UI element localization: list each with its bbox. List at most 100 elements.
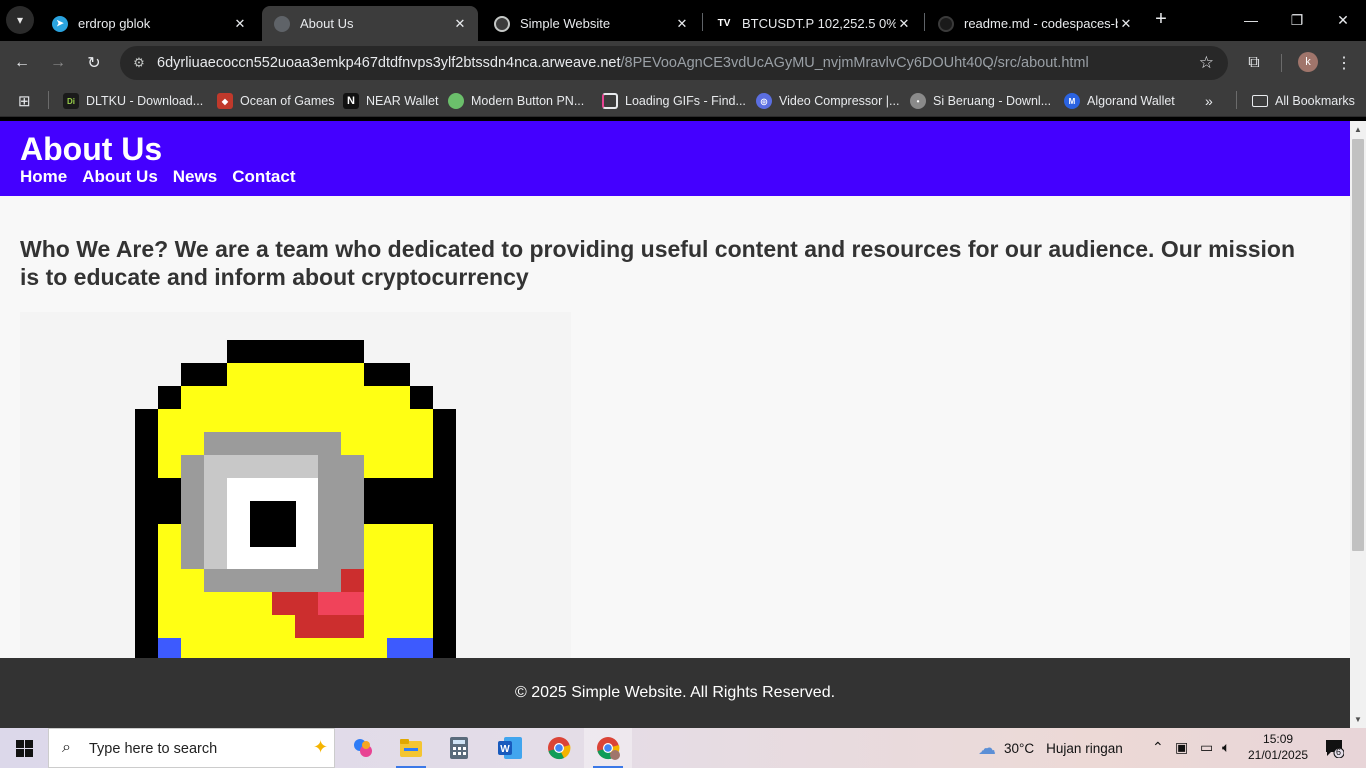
reload-button[interactable]: ↻	[83, 52, 105, 74]
svg-text:W: W	[500, 744, 510, 755]
tab-simple-website[interactable]: Simple Website ✕	[482, 6, 700, 41]
url-host: 6dyrliuaecoccn552uoaa3emkp467dtdfnvps3yl…	[157, 55, 621, 71]
restore-button[interactable]: ❐	[1274, 0, 1320, 40]
taskbar-copilot[interactable]	[339, 728, 387, 768]
menu-button[interactable]: ⋮	[1333, 52, 1355, 74]
copilot-icon	[354, 739, 372, 757]
scroll-up-arrow-icon[interactable]: ▲	[1354, 125, 1362, 134]
all-bookmarks-button[interactable]: All Bookmarks	[1252, 92, 1355, 110]
telegram-icon: ➤	[52, 15, 68, 32]
close-icon[interactable]: ✕	[452, 16, 468, 32]
forward-button[interactable]: →	[47, 52, 69, 74]
minimize-button[interactable]: —	[1228, 0, 1274, 40]
taskbar-file-explorer[interactable]	[387, 728, 435, 768]
taskbar-chrome[interactable]	[535, 728, 583, 768]
folder-icon	[1252, 95, 1268, 107]
bookmark-label: Video Compressor |...	[779, 94, 900, 108]
bookmark-dltku[interactable]: Di DLTKU - Download...	[63, 92, 203, 110]
bookmark-separator	[48, 91, 49, 109]
back-button[interactable]: ←	[11, 52, 33, 74]
clock-time: 15:09	[1263, 732, 1294, 746]
close-icon[interactable]: ✕	[1118, 16, 1134, 32]
tab-btcusdt[interactable]: TV BTCUSDT.P 102,252.5 0% Tan ✕	[704, 6, 922, 41]
bookmark-si-beruang[interactable]: • Si Beruang - Downl...	[910, 92, 1051, 110]
more-bookmarks-button[interactable]: »	[1205, 92, 1213, 110]
new-tab-button[interactable]: +	[1150, 8, 1172, 30]
profile-avatar[interactable]: k	[1298, 52, 1318, 72]
page-title: About Us	[20, 131, 163, 167]
system-clock[interactable]: 15:09 21/01/2025	[1248, 731, 1308, 763]
scroll-down-arrow-icon[interactable]: ▼	[1354, 715, 1362, 724]
bookmark-near-wallet[interactable]: N NEAR Wallet	[343, 92, 438, 110]
globe-icon	[494, 15, 510, 32]
bookmark-label: Ocean of Games	[240, 94, 335, 108]
tab-about-us[interactable]: About Us ✕	[262, 6, 478, 41]
weather-widget[interactable]: ☁ 30°C Hujan ringan	[978, 738, 1123, 759]
close-icon[interactable]: ✕	[674, 16, 690, 32]
nav-link-home[interactable]: Home	[20, 167, 67, 187]
bookmark-star-icon[interactable]: ☆	[1199, 53, 1214, 73]
site-nav: Home About Us News Contact	[20, 167, 295, 187]
tab-readme[interactable]: readme.md - codespaces-bl ✕	[926, 6, 1144, 41]
site-info-icon[interactable]: ⚙	[130, 54, 148, 72]
apps-grid-icon: ⊞	[18, 93, 31, 110]
bookmark-label: DLTKU - Download...	[86, 94, 204, 108]
tab-search-button[interactable]: ▾	[6, 6, 34, 34]
search-placeholder: Type here to search	[89, 741, 218, 757]
calculator-icon	[450, 737, 468, 759]
chevron-up-icon[interactable]: ⌃	[1152, 739, 1164, 756]
notification-center-button[interactable]: 6	[1324, 738, 1345, 763]
minion-illustration	[135, 340, 456, 662]
nav-link-news[interactable]: News	[173, 167, 217, 187]
address-bar[interactable]: ⚙ 6dyrliuaecoccn552uoaa3emkp467dtdfnvps3…	[120, 46, 1228, 80]
bookmark-ocean-of-games[interactable]: ◆ Ocean of Games	[217, 92, 335, 110]
close-icon[interactable]: ✕	[896, 16, 912, 32]
bookmark-algorand-wallet[interactable]: M Algorand Wallet	[1064, 92, 1175, 110]
site-footer: © 2025 Simple Website. All Rights Reserv…	[0, 658, 1350, 728]
bear-icon: •	[910, 93, 926, 109]
nav-link-about-us[interactable]: About Us	[82, 167, 158, 187]
chrome-profile-icon	[597, 737, 620, 760]
word-icon: W	[498, 737, 522, 759]
bookmark-loading-gifs[interactable]: Loading GIFs - Find...	[602, 92, 746, 110]
reload-icon: ↻	[87, 55, 101, 72]
close-window-button[interactable]: ✕	[1320, 0, 1366, 40]
file-icon	[602, 93, 618, 109]
about-heading: Who We Are? We are a team who dedicated …	[20, 236, 1296, 290]
scroll-thumb[interactable]	[1352, 139, 1364, 551]
extensions-button[interactable]: ⧉	[1243, 52, 1265, 74]
browser-toolbar: ← → ↻ ⚙ 6dyrliuaecoccn552uoaa3emkp467dtd…	[0, 41, 1366, 85]
tab-erdrop[interactable]: ➤ erdrop gblok ✕	[40, 6, 258, 41]
bookmark-label: NEAR Wallet	[366, 94, 439, 108]
network-icon[interactable]: ▣	[1175, 739, 1188, 756]
footer-copyright: © 2025 Simple Website. All Rights Reserv…	[514, 684, 836, 701]
tab-title: readme.md - codespaces-bl	[964, 16, 1118, 31]
tab-separator	[924, 13, 925, 31]
tradingview-icon: TV	[716, 15, 732, 32]
battery-icon[interactable]: ▭	[1200, 739, 1213, 756]
start-button[interactable]	[0, 728, 48, 768]
all-bookmarks-label: All Bookmarks	[1275, 94, 1355, 108]
taskbar-calculator[interactable]	[435, 728, 483, 768]
taskbar-chrome-profile[interactable]	[584, 728, 632, 768]
windows-taskbar: ⌕ Type here to search ✦ W ☁ 30°C Hujan r…	[0, 728, 1366, 768]
taskbar-search[interactable]: ⌕ Type here to search ✦	[48, 728, 335, 768]
apps-button[interactable]: ⊞	[18, 92, 31, 110]
folder-icon	[400, 739, 422, 757]
bookmark-video-compressor[interactable]: ◎ Video Compressor |...	[756, 92, 899, 110]
chevron-double-right-icon: »	[1205, 93, 1213, 109]
taskbar-word[interactable]: W	[486, 728, 534, 768]
dltku-icon: Di	[63, 93, 79, 109]
tab-title: erdrop gblok	[78, 16, 151, 31]
close-icon[interactable]: ✕	[232, 16, 248, 32]
bookmark-modern-button[interactable]: Modern Button PN...	[448, 92, 584, 110]
video-icon: ◎	[756, 93, 772, 109]
minion-pixel-image	[20, 312, 571, 662]
url-text[interactable]: 6dyrliuaecoccn552uoaa3emkp467dtdfnvps3yl…	[157, 55, 1089, 71]
tab-title: About Us	[300, 16, 354, 31]
page-scrollbar[interactable]: ▲ ▼	[1350, 121, 1366, 728]
nav-link-contact[interactable]: Contact	[232, 167, 295, 187]
web-page: About Us Home About Us News Contact Who …	[0, 121, 1350, 728]
minimize-icon: —	[1244, 12, 1258, 28]
volume-icon[interactable]: 🔈︎	[1222, 739, 1230, 756]
